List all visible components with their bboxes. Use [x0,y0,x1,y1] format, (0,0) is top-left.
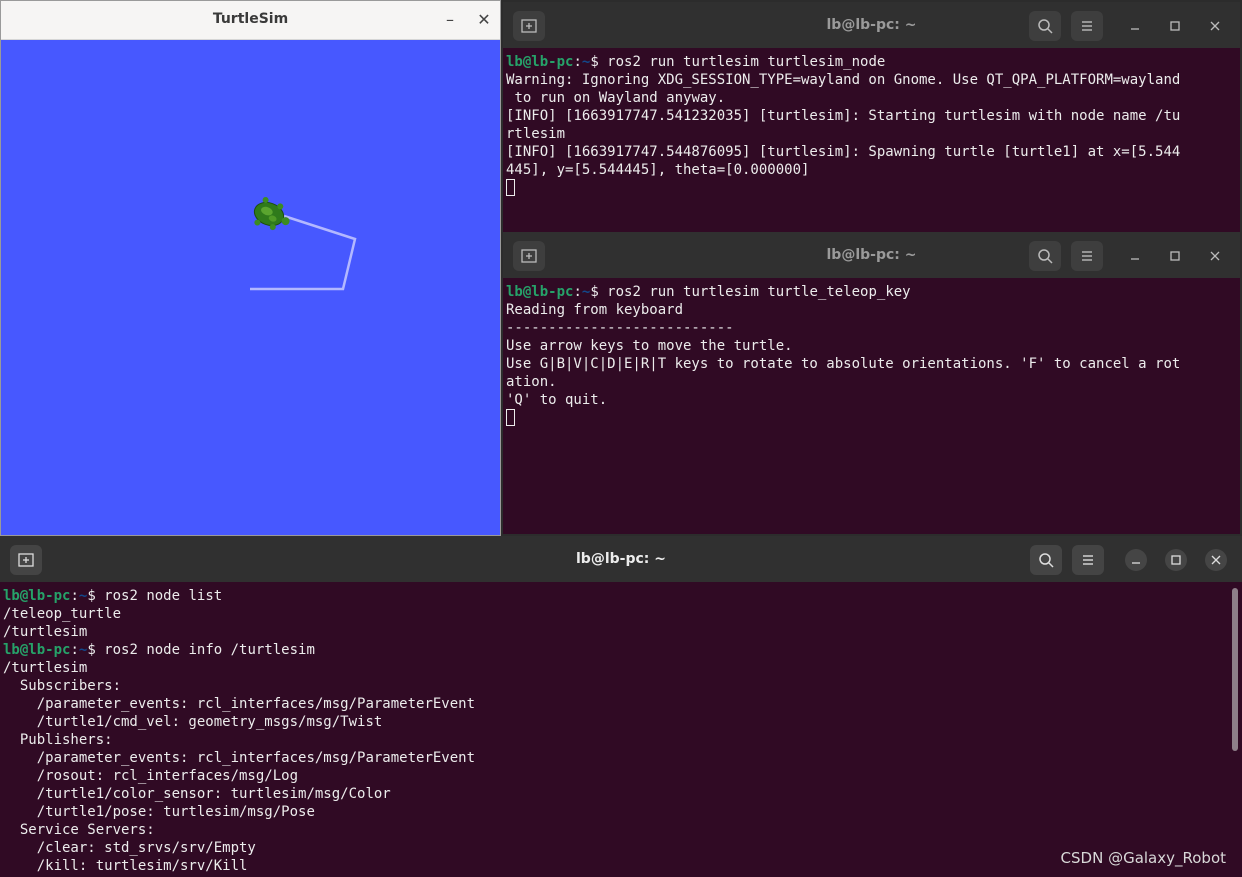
hamburger-menu-icon [1083,555,1093,565]
minimize-button[interactable] [1124,15,1146,37]
output-line: [INFO] [1663917747.544876095] [turtlesim… [506,144,1181,160]
terminal-window-3: lb@lb-pc: ~ lb@lb-pc:~$ ros2 node list/t… [0,536,1242,877]
minimize-icon [1131,28,1139,30]
watermark: CSDN @Galaxy_Robot [1060,849,1226,867]
output-line: /turtle1/color_sensor: turtlesim/msg/Col… [3,786,391,802]
command-text: ros2 node list [95,588,223,604]
terminal-3-headerbar[interactable]: lb@lb-pc: ~ [0,536,1242,582]
close-icon [1210,251,1220,261]
text-cursor [506,409,515,426]
output-line: 'Q' to quit. [506,392,608,408]
close-icon [1211,555,1221,565]
output-line: [INFO] [1663917747.541232035] [turtlesim… [506,108,1181,124]
output-line: Use arrow keys to move the turtle. [506,338,793,354]
terminal-window-2: lb@lb-pc: ~ lb@lb-pc:~$ ros2 run turtles… [503,232,1240,534]
output-line: ation. [506,374,557,390]
output-line: /parameter_events: rcl_interfaces/msg/Pa… [3,750,476,766]
output-line: Reading from keyboard [506,302,684,318]
output-line: 445], y=[5.544445], theta=[0.000000] [506,162,810,178]
terminal-2-output[interactable]: lb@lb-pc:~$ ros2 run turtlesim turtle_te… [506,278,1240,534]
output-line: /turtlesim [3,624,88,640]
terminal-1-headerbar[interactable]: lb@lb-pc: ~ [503,2,1240,48]
output-line: /teleop_turtle [3,606,122,622]
turtle-icon [253,196,290,231]
output-line: /turtlesim [3,660,88,676]
prompt-line: lb@lb-pc:~$ ros2 run turtlesim turtle_te… [506,284,911,300]
close-button[interactable]: ✕ [473,9,495,31]
prompt-user: lb@lb-pc [3,642,71,658]
search-icon [1038,19,1053,34]
output-line: rtlesim [506,126,566,142]
search-icon [1039,553,1054,568]
output-line: Service Servers: [3,822,155,838]
search-icon [1038,249,1053,264]
maximize-button[interactable] [1164,15,1186,37]
prompt-user: lb@lb-pc [3,588,71,604]
minimize-icon [1131,258,1139,260]
search-button[interactable] [1029,11,1061,41]
maximize-icon [1171,555,1181,565]
prompt-line: lb@lb-pc:~$ ros2 run turtlesim turtlesim… [506,54,886,70]
output-line: /turtle1/pose: turtlesim/msg/Pose [3,804,315,820]
maximize-icon [1170,21,1180,31]
prompt-user: lb@lb-pc [506,54,574,70]
minimize-button[interactable]: – [439,9,461,31]
minimize-button[interactable] [1125,549,1147,571]
prompt-line: lb@lb-pc:~$ ros2 node list [3,588,223,604]
minimize-button[interactable] [1124,245,1146,267]
command-text: ros2 node info /turtlesim [95,642,315,658]
output-line: to run on Wayland anyway. [506,90,726,106]
maximize-icon [1170,251,1180,261]
turtlesim-titlebar[interactable]: TurtleSim – ✕ [1,1,500,40]
terminal-cursor-line [506,409,1240,428]
close-button[interactable] [1204,15,1226,37]
menu-button[interactable] [1072,545,1104,575]
terminal-cursor-line [506,179,1240,198]
turtle-trail [250,214,357,291]
hamburger-menu-icon [1082,251,1092,261]
output-line: --------------------------- [506,320,734,336]
output-line: Subscribers: [3,678,122,694]
search-button[interactable] [1030,545,1062,575]
prompt-line: lb@lb-pc:~$ ros2 node info /turtlesim [3,642,315,658]
close-button[interactable] [1205,549,1227,571]
maximize-button[interactable] [1165,549,1187,571]
output-line: /turtle1/cmd_vel: geometry_msgs/msg/Twis… [3,714,383,730]
terminal-1-output[interactable]: lb@lb-pc:~$ ros2 run turtlesim turtlesim… [506,48,1240,232]
output-line: /kill: turtlesim/srv/Kill [3,858,248,874]
output-line: /rosout: rcl_interfaces/msg/Log [3,768,299,784]
terminal-2-headerbar[interactable]: lb@lb-pc: ~ [503,232,1240,278]
minimize-icon [1132,562,1140,564]
turtlesim-window: TurtleSim – ✕ [0,0,501,536]
terminal-3-output[interactable]: lb@lb-pc:~$ ros2 node list/teleop_turtle… [3,582,1242,877]
close-button[interactable] [1204,245,1226,267]
command-text: ros2 run turtlesim turtle_teleop_key [598,284,911,300]
output-line: Use G|B|V|C|D|E|R|T keys to rotate to ab… [506,356,1181,372]
output-line: /parameter_events: rcl_interfaces/msg/Pa… [3,696,476,712]
scrollbar[interactable] [1232,588,1238,751]
menu-button[interactable] [1071,241,1103,271]
output-line: Warning: Ignoring XDG_SESSION_TYPE=wayla… [506,72,1181,88]
hamburger-menu-icon [1082,21,1092,31]
text-cursor [506,179,515,196]
command-text: ros2 run turtlesim turtlesim_node [598,54,886,70]
menu-button[interactable] [1071,11,1103,41]
prompt-user: lb@lb-pc [506,284,574,300]
close-icon [1210,21,1220,31]
turtlesim-title: TurtleSim [212,11,289,27]
output-line: /clear: std_srvs/srv/Empty [3,840,256,856]
turtlesim-canvas [250,196,357,291]
search-button[interactable] [1029,241,1061,271]
maximize-button[interactable] [1164,245,1186,267]
output-line: Publishers: [3,732,113,748]
terminal-window-1: lb@lb-pc: ~ lb@lb-pc:~$ ros2 run turtles… [503,2,1240,232]
